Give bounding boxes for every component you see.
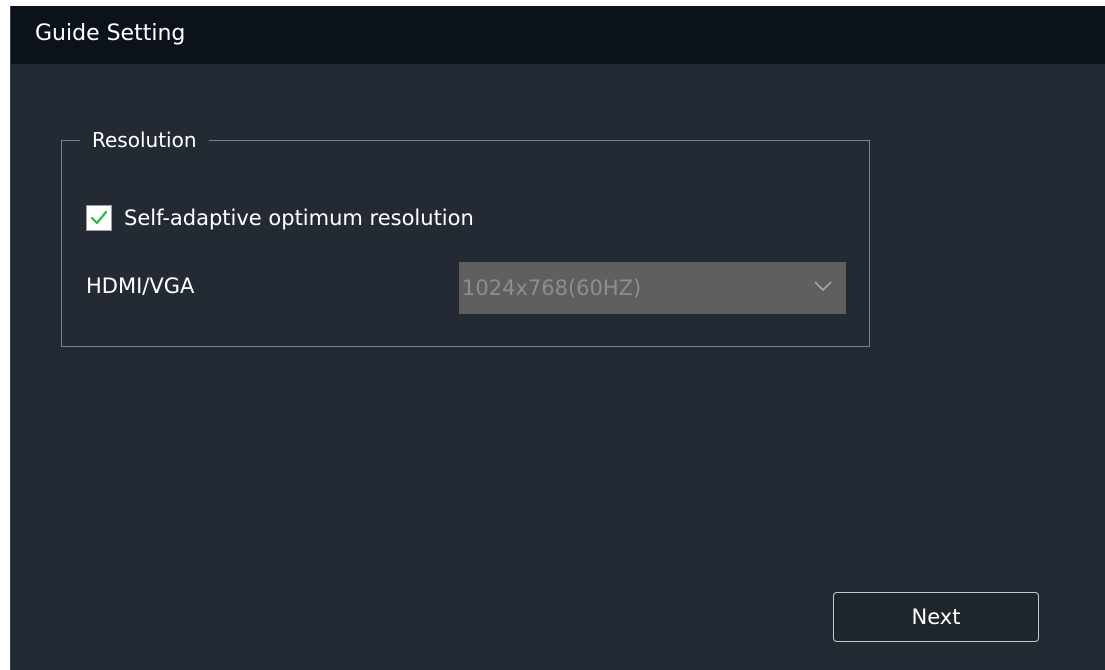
hdmi-vga-resolution-select[interactable]: 1024x768(60HZ) [459,262,846,314]
title-bar: Guide Setting [11,6,1105,64]
self-adaptive-checkbox[interactable] [86,205,112,231]
self-adaptive-label[interactable]: Self-adaptive optimum resolution [124,204,474,232]
checkmark-icon [90,210,108,225]
next-button[interactable]: Next [833,592,1039,642]
resolution-group: Resolution Self-adaptive optimum resolut… [61,126,870,347]
hdmi-vga-label: HDMI/VGA [86,274,195,298]
guide-setting-window: Guide Setting Resolution Self-adaptive o… [10,6,1105,670]
hdmi-vga-resolution-value: 1024x768(60HZ) [462,276,642,300]
chevron-down-icon [814,281,832,292]
resolution-group-legend: Resolution [80,126,209,154]
window-title: Guide Setting [35,21,186,46]
